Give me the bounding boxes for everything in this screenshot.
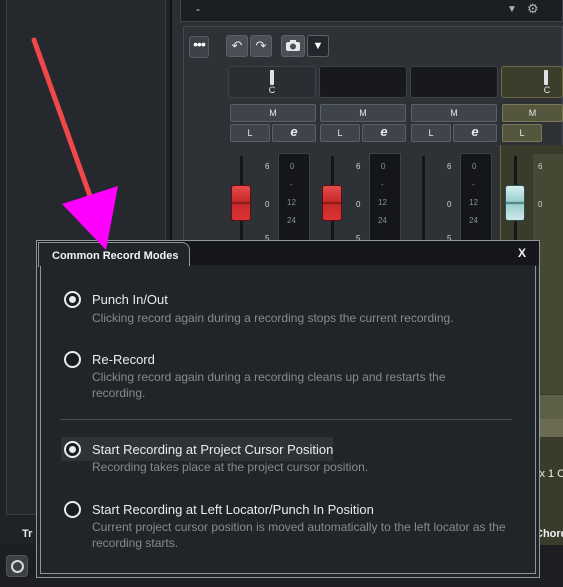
meter-scale-label: -: [381, 180, 384, 189]
chevron-down-icon[interactable]: ▼: [507, 4, 517, 15]
meter-scale-label: 0: [472, 162, 477, 171]
meter-scale-label: 24: [469, 216, 478, 225]
meter-scale-label: 0: [381, 162, 386, 171]
meter-scale-label: 12: [378, 198, 387, 207]
option-description: Clicking record again during a recording…: [92, 311, 454, 325]
edit-button[interactable]: e: [453, 124, 497, 142]
meter-scale-label: 24: [287, 216, 296, 225]
fader-scale-label: 0: [265, 200, 270, 209]
edit-button[interactable]: e: [362, 124, 406, 142]
fader-scale-label: 6: [356, 162, 361, 171]
meter-scale-label: 24: [378, 216, 387, 225]
top-selector-value: -: [196, 2, 200, 16]
fader-scale-label: 0: [538, 200, 543, 209]
channel-1-pan[interactable]: C: [228, 66, 316, 98]
edit-button[interactable]: e: [272, 124, 316, 142]
track-label: Tr: [22, 528, 33, 540]
listen-button[interactable]: L: [411, 124, 451, 142]
fader-scale-label: 0: [447, 200, 452, 209]
option-description: Recording takes place at the project cur…: [92, 460, 369, 474]
channel-button-row[interactable]: [540, 419, 563, 437]
meter-scale-label: -: [290, 180, 293, 189]
channel-2-pan[interactable]: [319, 66, 407, 98]
mute-button[interactable]: M: [502, 104, 563, 122]
top-selector[interactable]: [180, 0, 563, 22]
listen-button[interactable]: L: [502, 124, 542, 142]
record-mode-icon[interactable]: [6, 555, 28, 577]
meter-scale-label: -: [472, 180, 475, 189]
option-description: Current project cursor position is moved…: [92, 520, 506, 550]
gear-icon[interactable]: ⚙: [527, 1, 539, 17]
redo-icon[interactable]: ↷: [250, 35, 272, 57]
meter-scale-label: 0: [290, 162, 295, 171]
channel-4-pan[interactable]: C: [501, 66, 563, 98]
pan-knob[interactable]: [270, 70, 274, 85]
start-at-cursor-radio[interactable]: [64, 441, 81, 458]
fader-scale-label: 6: [538, 162, 543, 171]
close-button[interactable]: X: [518, 246, 526, 260]
option-label[interactable]: Punch In/Out: [92, 292, 168, 307]
option-label[interactable]: Start Recording at Project Cursor Positi…: [92, 442, 333, 457]
fader-scale-label: 6: [265, 162, 270, 171]
volume-fader[interactable]: [505, 185, 525, 221]
fader-track: [422, 156, 425, 246]
chevron-down-icon[interactable]: ▼: [307, 35, 329, 57]
camera-icon[interactable]: [281, 35, 305, 57]
option-description: Clicking record again during a recording…: [92, 370, 446, 400]
fader-scale-label: 6: [447, 162, 452, 171]
option-label[interactable]: Re-Record: [92, 352, 155, 367]
mute-button[interactable]: M: [411, 104, 497, 122]
dialog-title: Common Record Modes: [52, 250, 179, 262]
pan-knob[interactable]: [544, 70, 548, 85]
meter-scale-label: 12: [287, 198, 296, 207]
channel-name: ix 1 C: [537, 468, 563, 480]
options-divider: [60, 419, 512, 420]
more-options-button[interactable]: •••: [189, 36, 209, 58]
listen-button[interactable]: L: [230, 124, 270, 142]
fader-scale-label: 0: [356, 200, 361, 209]
meter-scale-label: 12: [469, 198, 478, 207]
volume-fader[interactable]: [322, 185, 342, 221]
mute-button[interactable]: M: [320, 104, 406, 122]
pan-center-label: C: [543, 85, 551, 95]
re-record-radio[interactable]: [64, 351, 81, 368]
pan-center-label: C: [268, 85, 276, 95]
mute-button[interactable]: M: [230, 104, 316, 122]
punch-in-out-radio[interactable]: [64, 291, 81, 308]
channel-3-pan[interactable]: [410, 66, 498, 98]
start-at-left-locator-radio[interactable]: [64, 501, 81, 518]
option-label[interactable]: Start Recording at Left Locator/Punch In…: [92, 502, 374, 517]
volume-fader[interactable]: [231, 185, 251, 221]
undo-icon[interactable]: ↶: [226, 35, 248, 57]
listen-button[interactable]: L: [320, 124, 360, 142]
